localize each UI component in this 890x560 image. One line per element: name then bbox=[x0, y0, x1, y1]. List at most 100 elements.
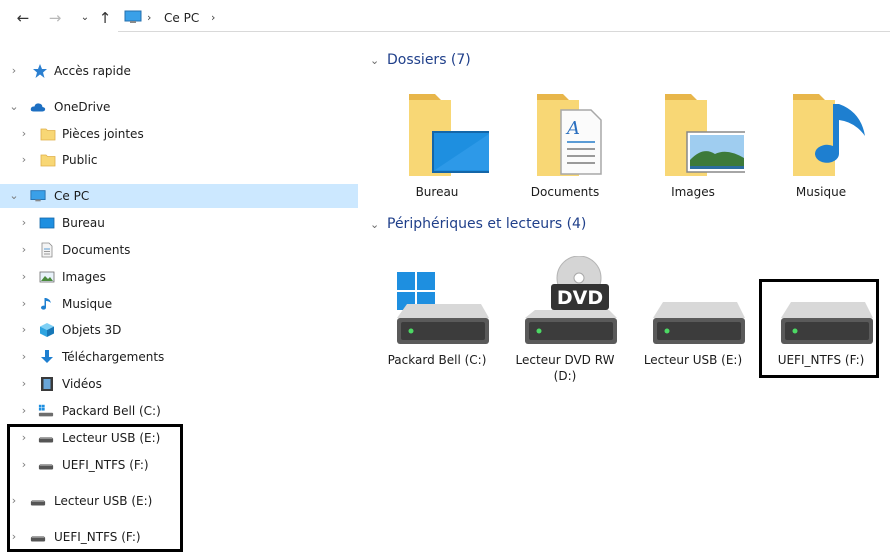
up-arrow-icon[interactable]: ↑ bbox=[96, 9, 114, 27]
film-icon bbox=[41, 377, 53, 391]
address-bar[interactable]: › Ce PC › bbox=[118, 5, 890, 32]
nav-item-drive-e[interactable]: › Lecteur USB (E:) bbox=[0, 426, 358, 450]
dvd-badge: DVD bbox=[557, 287, 603, 309]
folder-tile-pictures[interactable]: Images bbox=[634, 88, 752, 200]
nav-item-pictures[interactable]: › Images bbox=[0, 265, 358, 289]
section-header-folders[interactable]: ⌄ Dossiers (7) bbox=[370, 51, 880, 73]
nav-item-3d-objects[interactable]: › Objets 3D bbox=[0, 318, 358, 342]
drive-tile-f[interactable]: UEFI_NTFS (F:) bbox=[762, 256, 880, 368]
nav-label: Documents bbox=[62, 243, 131, 257]
nav-item-attachments[interactable]: › Pièces jointes bbox=[0, 122, 358, 146]
nav-item-downloads[interactable]: › Téléchargements bbox=[0, 345, 358, 369]
folder-tile-desktop[interactable]: Bureau bbox=[378, 88, 496, 200]
recent-locations-chevron-icon[interactable]: ⌄ bbox=[76, 9, 94, 27]
chevron-right-icon[interactable]: › bbox=[18, 458, 30, 472]
nav-item-drive-f[interactable]: › UEFI_NTFS (F:) bbox=[0, 453, 358, 477]
nav-label: Vidéos bbox=[62, 377, 102, 391]
folder-icon bbox=[40, 154, 56, 167]
nav-item-onedrive[interactable]: ⌄ OneDrive bbox=[0, 95, 358, 119]
nav-label: Lecteur USB (E:) bbox=[54, 494, 153, 508]
drive-icon bbox=[30, 500, 46, 506]
chevron-right-icon[interactable]: › bbox=[18, 297, 30, 311]
nav-label: Public bbox=[62, 153, 98, 167]
nav-label: OneDrive bbox=[54, 100, 111, 114]
tile-label: Bureau bbox=[415, 185, 459, 199]
nav-label: Ce PC bbox=[54, 189, 90, 203]
nav-item-quick-access[interactable]: › Accès rapide bbox=[0, 59, 358, 83]
nav-item-videos[interactable]: › Vidéos bbox=[0, 372, 358, 396]
nav-item-music[interactable]: › Musique bbox=[0, 292, 358, 316]
chevron-right-icon[interactable]: › bbox=[147, 11, 151, 24]
computer-icon bbox=[30, 190, 46, 202]
windows-drive-icon bbox=[397, 272, 489, 344]
chevron-right-icon[interactable]: › bbox=[18, 127, 30, 141]
folder-tile-music[interactable]: Musique bbox=[762, 88, 880, 200]
breadcrumb-this-pc[interactable]: Ce PC bbox=[164, 11, 199, 25]
chevron-down-icon[interactable]: ⌄ bbox=[370, 218, 379, 231]
navigation-pane: › Accès rapide ⌄ OneDrive › Pièces joint… bbox=[0, 38, 360, 560]
music-folder-icon bbox=[793, 94, 865, 176]
chevron-right-icon[interactable]: › bbox=[18, 216, 30, 230]
drive-icon bbox=[38, 437, 54, 443]
nav-item-top-drive-e[interactable]: › Lecteur USB (E:) bbox=[0, 489, 358, 513]
section-header-devices[interactable]: ⌄ Périphériques et lecteurs (4) bbox=[370, 215, 880, 237]
windows-drive-icon bbox=[38, 404, 54, 417]
nav-label: Téléchargements bbox=[62, 350, 165, 364]
cloud-icon bbox=[30, 103, 46, 112]
nav-item-public[interactable]: › Public bbox=[0, 148, 358, 172]
music-note-icon bbox=[41, 298, 51, 310]
back-arrow-icon[interactable]: ← bbox=[14, 9, 32, 27]
chevron-right-icon[interactable]: › bbox=[18, 431, 30, 445]
drive-icon bbox=[653, 302, 745, 344]
pictures-folder-icon bbox=[665, 94, 745, 176]
nav-label: Pièces jointes bbox=[62, 127, 144, 141]
drive-icon bbox=[30, 536, 46, 542]
desktop-icon bbox=[39, 217, 55, 229]
svg-text:A: A bbox=[565, 118, 580, 139]
tile-label: Packard Bell (C:) bbox=[387, 353, 487, 367]
nav-label: Images bbox=[62, 270, 106, 284]
star-icon bbox=[33, 64, 47, 78]
chevron-right-icon[interactable]: › bbox=[18, 243, 30, 257]
tile-label: UEFI_NTFS (F:) bbox=[777, 353, 865, 367]
nav-label: Accès rapide bbox=[54, 64, 131, 78]
tile-label: Images bbox=[671, 185, 715, 199]
desktop-folder-icon bbox=[409, 94, 489, 176]
nav-item-documents[interactable]: › Documents bbox=[0, 238, 358, 262]
nav-item-this-pc[interactable]: ⌄ Ce PC bbox=[0, 184, 358, 208]
chevron-right-icon[interactable]: › bbox=[211, 11, 215, 24]
chevron-right-icon[interactable]: › bbox=[18, 270, 30, 284]
chevron-right-icon[interactable]: › bbox=[8, 64, 20, 78]
nav-item-top-drive-f[interactable]: › UEFI_NTFS (F:) bbox=[0, 525, 358, 549]
drive-tile-e[interactable]: Lecteur USB (E:) bbox=[634, 256, 752, 368]
documents-folder-icon: A bbox=[537, 94, 602, 176]
tile-label: Lecteur DVD RW (D:) bbox=[515, 353, 615, 383]
nav-label: UEFI_NTFS (F:) bbox=[62, 458, 149, 472]
chevron-right-icon[interactable]: › bbox=[18, 404, 30, 418]
drive-icon bbox=[38, 464, 54, 470]
toolbar: ← → ⌄ ↑ › Ce PC › bbox=[0, 0, 890, 38]
drive-icon bbox=[781, 302, 873, 344]
nav-label: Musique bbox=[62, 297, 113, 311]
chevron-right-icon[interactable]: › bbox=[18, 377, 30, 391]
nav-label: Packard Bell (C:) bbox=[62, 404, 161, 418]
chevron-right-icon[interactable]: › bbox=[8, 494, 20, 508]
download-arrow-icon bbox=[41, 350, 53, 363]
chevron-right-icon[interactable]: › bbox=[8, 530, 20, 544]
chevron-down-icon[interactable]: ⌄ bbox=[370, 54, 379, 67]
chevron-right-icon[interactable]: › bbox=[18, 323, 30, 337]
nav-item-drive-c[interactable]: › Packard Bell (C:) bbox=[0, 399, 358, 423]
chevron-down-icon[interactable]: ⌄ bbox=[8, 100, 20, 114]
drive-tile-dvd[interactable]: DVD Lecteur DVD RW (D:) bbox=[506, 256, 624, 384]
document-icon bbox=[41, 242, 53, 258]
nav-label: Lecteur USB (E:) bbox=[62, 431, 161, 445]
picture-icon bbox=[39, 271, 55, 283]
chevron-right-icon[interactable]: › bbox=[18, 153, 30, 167]
folder-tile-documents[interactable]: A Documents bbox=[506, 88, 624, 200]
nav-item-desktop[interactable]: › Bureau bbox=[0, 211, 358, 235]
drive-tile-c[interactable]: Packard Bell (C:) bbox=[378, 256, 496, 368]
forward-arrow-icon[interactable]: → bbox=[46, 9, 64, 27]
computer-icon bbox=[124, 10, 142, 23]
chevron-down-icon[interactable]: ⌄ bbox=[8, 189, 20, 203]
chevron-right-icon[interactable]: › bbox=[18, 350, 30, 364]
